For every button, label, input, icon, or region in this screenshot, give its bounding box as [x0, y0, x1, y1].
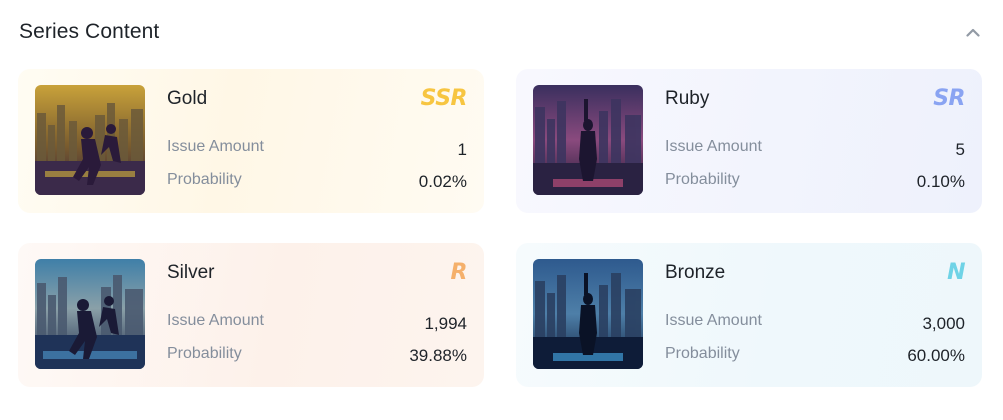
- section-header: Series Content: [19, 18, 981, 46]
- probability-row: Probability 0.02%: [167, 169, 467, 191]
- probability-row: Probability 0.10%: [665, 169, 965, 191]
- probability-row: Probability 60.00%: [665, 343, 965, 365]
- card-artwork: [533, 259, 643, 369]
- probability-value: 60.00%: [907, 345, 965, 365]
- probability-label: Probability: [167, 345, 242, 362]
- issue-amount-row: Issue Amount 3,000: [665, 310, 965, 333]
- card-artwork: [35, 259, 145, 369]
- card-name: Gold: [167, 88, 208, 109]
- card-artwork: [35, 85, 145, 195]
- rarity-badge: N: [947, 260, 965, 285]
- series-card-gold[interactable]: Gold SSR Issue Amount 1 Probability 0.02…: [18, 69, 484, 213]
- probability-value: 39.88%: [409, 345, 467, 365]
- series-card-silver[interactable]: Silver R Issue Amount 1,994 Probability …: [18, 243, 484, 387]
- chevron-up-icon[interactable]: [963, 22, 983, 42]
- card-name: Silver: [167, 262, 215, 283]
- rarity-badge: R: [450, 260, 468, 285]
- card-name: Bronze: [665, 262, 726, 283]
- probability-label: Probability: [665, 171, 740, 188]
- dancers-city-artwork: [35, 259, 145, 369]
- issue-amount-label: Issue Amount: [167, 312, 264, 329]
- issue-amount-row: Issue Amount 1: [167, 136, 467, 159]
- issue-amount-row: Issue Amount 1,994: [167, 310, 467, 333]
- figure-city-artwork: [533, 259, 643, 369]
- series-card-bronze[interactable]: Bronze N Issue Amount 3,000 Probability …: [516, 243, 982, 387]
- issue-amount-row: Issue Amount 5: [665, 136, 965, 159]
- issue-amount-label: Issue Amount: [665, 312, 762, 329]
- issue-amount-value: 5: [955, 140, 965, 159]
- issue-amount-value: 3,000: [922, 314, 965, 333]
- probability-label: Probability: [167, 171, 242, 188]
- probability-value: 0.10%: [916, 171, 965, 191]
- dancers-city-artwork: [35, 85, 145, 195]
- issue-amount-value: 1: [457, 140, 467, 159]
- series-content-section: Series Content Gold SSR Issue Amount 1 P…: [0, 0, 1003, 420]
- card-artwork: [533, 85, 643, 195]
- issue-amount-label: Issue Amount: [665, 138, 762, 155]
- issue-amount-value: 1,994: [424, 314, 467, 333]
- probability-row: Probability 39.88%: [167, 343, 467, 365]
- series-card-ruby[interactable]: Ruby SR Issue Amount 5 Probability 0.10%: [516, 69, 982, 213]
- section-title: Series Content: [19, 20, 160, 43]
- probability-value: 0.02%: [418, 171, 467, 191]
- card-name: Ruby: [665, 88, 710, 109]
- issue-amount-label: Issue Amount: [167, 138, 264, 155]
- probability-label: Probability: [665, 345, 740, 362]
- figure-city-artwork: [533, 85, 643, 195]
- rarity-badge: SR: [933, 86, 965, 111]
- rarity-badge: SSR: [420, 86, 468, 111]
